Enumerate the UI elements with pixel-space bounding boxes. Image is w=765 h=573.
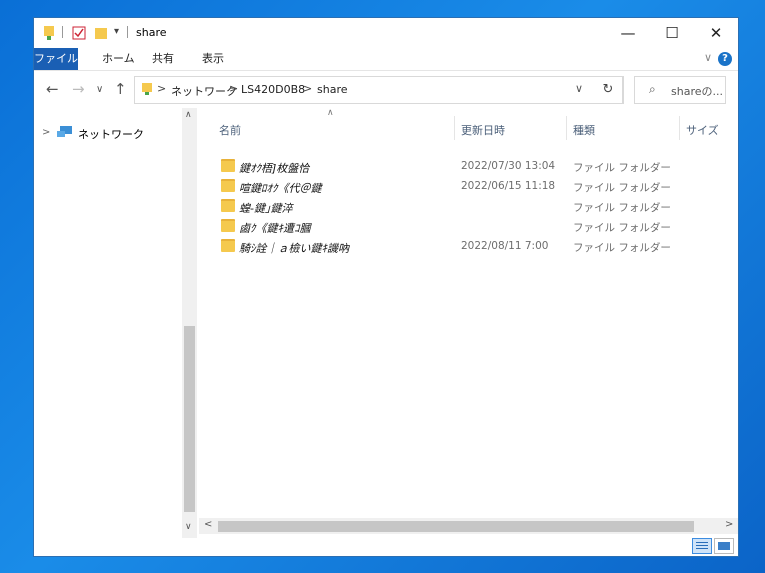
- column-header-modified[interactable]: 更新日時: [461, 122, 505, 138]
- table-row[interactable]: 鹵ｸ《鍵ｷ遭ｺ膕 ファイル フォルダー: [199, 216, 719, 236]
- help-icon[interactable]: ?: [718, 52, 732, 66]
- tab-file[interactable]: ファイル: [34, 48, 78, 70]
- maximize-button[interactable]: ☐: [650, 18, 694, 48]
- table-row[interactable]: 鍵ｵｸ梧]枚盤恰 2022/07/30 13:04 ファイル フォルダー: [199, 156, 719, 176]
- file-name: 鍵ｵｸ梧]枚盤恰: [239, 162, 310, 175]
- file-name: 喧鍵ﾛｵｸ《代＠鍵: [239, 182, 322, 195]
- file-date: 2022/08/11 7:00: [461, 240, 549, 252]
- tab-home[interactable]: ホーム: [92, 48, 145, 70]
- minimize-button[interactable]: —: [606, 18, 650, 48]
- search-icon: ⌕: [649, 82, 656, 96]
- scroll-down-icon[interactable]: ∨: [185, 522, 192, 532]
- column-header-size[interactable]: サイズ: [686, 122, 719, 138]
- horizontal-scroll-thumb[interactable]: [218, 521, 694, 532]
- large-icons-view-icon: [718, 542, 730, 550]
- folder-icon: [221, 179, 235, 192]
- tab-view[interactable]: 表示: [192, 48, 234, 70]
- vertical-scroll-thumb[interactable]: [184, 326, 195, 512]
- scroll-right-icon[interactable]: >: [725, 519, 733, 530]
- file-list: ∧ 名前 更新日時 種類 サイズ 鍵ｵｸ梧]枚盤恰 2022/07/30 13:…: [199, 108, 738, 538]
- large-icons-view-button[interactable]: [714, 538, 734, 554]
- search-placeholder[interactable]: shareの...: [671, 83, 723, 99]
- breadcrumb-separator: >: [303, 82, 313, 95]
- file-date: 2022/07/30 13:04: [461, 160, 556, 172]
- file-name: 騎ｼ詮｜ａ檢い鍵ｷ譏吶: [239, 242, 349, 255]
- title-bar: ▾ share — ☐ ✕: [34, 18, 738, 48]
- expand-chevron-icon[interactable]: >: [42, 127, 50, 138]
- scroll-left-icon[interactable]: <: [204, 519, 212, 530]
- file-date: 2022/06/15 11:18: [461, 180, 556, 192]
- explorer-window: ▾ share — ☐ ✕ ファイル ホーム 共有 表示 ∨ ? ← → ∨ ↑…: [34, 18, 738, 556]
- ribbon: ファイル ホーム 共有 表示 ∨ ?: [34, 48, 738, 71]
- customize-toolbar-icon[interactable]: ▾: [114, 26, 119, 42]
- properties-icon[interactable]: [42, 25, 56, 41]
- up-button[interactable]: ↑: [114, 80, 127, 98]
- forward-button[interactable]: →: [72, 80, 85, 98]
- breadcrumb-server[interactable]: LS420D0B8: [241, 83, 305, 96]
- table-row[interactable]: 蝗-鍵｣鍵淬 ファイル フォルダー: [199, 196, 719, 216]
- address-dropdown-icon[interactable]: ∨: [575, 82, 583, 95]
- scroll-up-icon[interactable]: ∧: [185, 110, 192, 120]
- column-divider[interactable]: [566, 116, 567, 140]
- expand-ribbon-icon[interactable]: ∨: [704, 51, 712, 64]
- search-box[interactable]: ⌕ shareの...: [634, 76, 726, 104]
- network-share-icon: [142, 83, 152, 95]
- table-row[interactable]: 騎ｼ詮｜ａ檢い鍵ｷ譏吶 2022/08/11 7:00 ファイル フォルダー: [199, 236, 719, 256]
- details-view-icon: [696, 542, 708, 549]
- breadcrumb-separator: >: [229, 82, 239, 95]
- details-view-button[interactable]: [692, 538, 712, 554]
- file-type: ファイル フォルダー: [573, 202, 671, 214]
- column-header-name[interactable]: 名前: [219, 122, 241, 138]
- folder-icon: [221, 159, 235, 172]
- file-type: ファイル フォルダー: [573, 162, 671, 174]
- close-button[interactable]: ✕: [694, 18, 738, 48]
- address-bar[interactable]: > ネットワーク > LS420D0B8 > share ∨: [134, 76, 624, 104]
- folder-icon: [221, 219, 235, 232]
- toolbar-separator: [127, 26, 128, 38]
- folder-icon: [221, 239, 235, 252]
- folder-icon: [221, 199, 235, 212]
- nav-item-network[interactable]: ネットワーク: [78, 126, 144, 142]
- breadcrumb-network[interactable]: ネットワーク: [171, 83, 237, 99]
- horizontal-scrollbar[interactable]: < >: [199, 518, 738, 534]
- window-title: share: [136, 26, 167, 39]
- new-folder-icon[interactable]: [94, 25, 108, 41]
- checkmark-icon[interactable]: [72, 25, 86, 41]
- tab-share[interactable]: 共有: [142, 48, 184, 70]
- breadcrumb-separator: >: [157, 82, 167, 95]
- toolbar-separator: [62, 26, 63, 38]
- recent-locations-icon[interactable]: ∨: [96, 84, 103, 95]
- column-header-type[interactable]: 種類: [573, 122, 595, 138]
- file-type: ファイル フォルダー: [573, 182, 671, 194]
- sort-indicator-icon: ∧: [327, 108, 334, 118]
- file-name: 鹵ｸ《鍵ｷ遭ｺ膕: [239, 222, 311, 235]
- navigation-pane: > ネットワーク: [34, 108, 182, 538]
- network-icon: [57, 126, 72, 137]
- vertical-scrollbar[interactable]: ∧ ∨: [182, 108, 197, 538]
- column-divider[interactable]: [679, 116, 680, 140]
- refresh-button[interactable]: ↻: [594, 76, 623, 104]
- file-name: 蝗-鍵｣鍵淬: [239, 202, 293, 215]
- back-button[interactable]: ←: [46, 80, 59, 98]
- file-type: ファイル フォルダー: [573, 222, 671, 234]
- table-row[interactable]: 喧鍵ﾛｵｸ《代＠鍵 2022/06/15 11:18 ファイル フォルダー: [199, 176, 719, 196]
- file-type: ファイル フォルダー: [573, 242, 671, 254]
- breadcrumb-share[interactable]: share: [317, 83, 348, 96]
- column-divider[interactable]: [454, 116, 455, 140]
